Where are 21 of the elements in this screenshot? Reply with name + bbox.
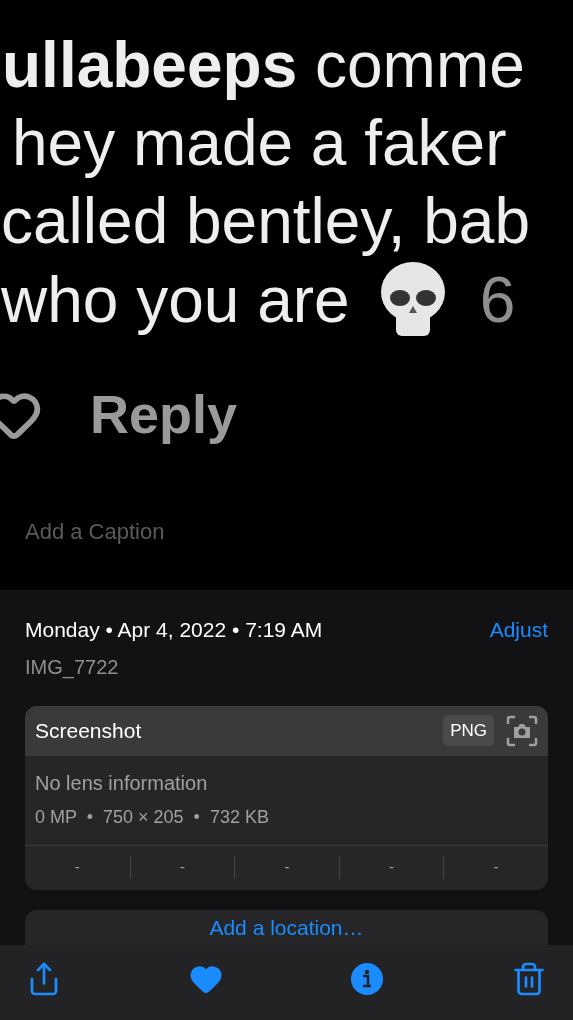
filename-text: IMG_7722 (25, 654, 120, 681)
exif-value: - (129, 856, 235, 879)
caption-field[interactable]: Add a Caption (25, 515, 548, 548)
add-location-link[interactable]: Add a location… (209, 915, 364, 940)
exif-value: - (234, 856, 339, 879)
comment-text: hey made a faker (12, 106, 507, 181)
card-title: Screenshot (35, 717, 142, 744)
adjust-button[interactable]: Adjust (489, 614, 548, 646)
specs-text: 0 MP • 750 × 205 • 732 KB (35, 805, 270, 829)
exif-value: - (73, 857, 81, 878)
date-text: Monday • Apr 4, 2022 • 7:19 AM (25, 617, 323, 643)
exif-value: - (443, 856, 548, 879)
comment-text: called bentley, bab (1, 184, 530, 259)
format-badge: PNG (443, 714, 494, 747)
exif-value: - (338, 856, 444, 879)
lens-text: No lens information (35, 770, 209, 796)
comment-text: who you are (1, 263, 350, 338)
comment-text: ullabeeps comme (2, 28, 525, 103)
info-icon (350, 961, 385, 996)
comment-time: 6 (479, 263, 516, 338)
camera-icon (506, 714, 538, 747)
